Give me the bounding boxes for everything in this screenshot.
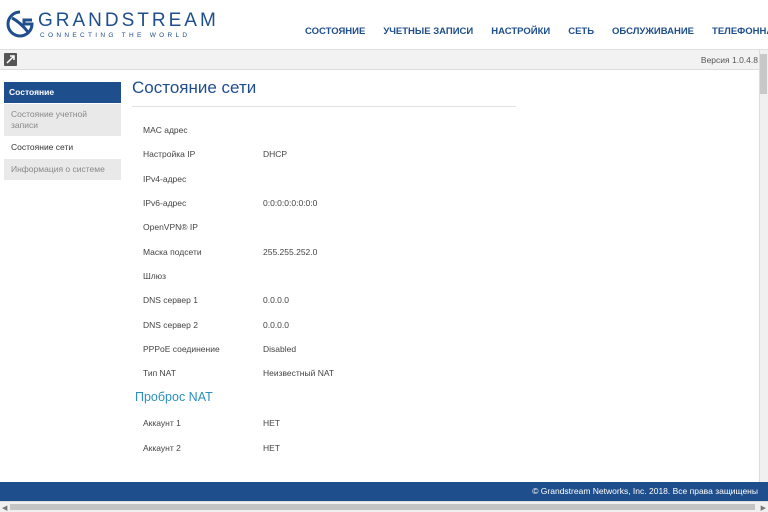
row-value: 0.0.0.0 xyxy=(263,319,289,330)
sidebar-item-network-status[interactable]: Состояние сети xyxy=(4,137,121,159)
row-label: Аккаунт 2 xyxy=(143,442,181,453)
table-row: Маска подсети 255.255.252.0 xyxy=(132,239,752,263)
table-row: DNS сервер 1 0.0.0.0 xyxy=(132,288,752,312)
table-row: MAC адрес xyxy=(132,118,752,142)
scroll-right-icon[interactable]: ▶ xyxy=(761,504,766,512)
row-label: OpenVPN® IP xyxy=(143,222,198,233)
grandstream-logo-icon xyxy=(6,10,34,38)
nav-settings[interactable]: НАСТРОЙКИ xyxy=(491,26,550,40)
table-row: Настройка IP DHCP xyxy=(132,142,752,166)
main-content: Состояние сети MAC адрес Настройка IP DHC… xyxy=(132,78,752,460)
horizontal-scrollbar[interactable]: ◀ ▶ xyxy=(0,501,768,512)
logo[interactable]: GRANDSTREAM CONNECTING THE WORLD xyxy=(6,8,216,42)
table-row: Шлюз xyxy=(132,264,752,288)
row-label: Маска подсети xyxy=(143,246,202,257)
table-row: Тип NAT Неизвестный NAT xyxy=(132,361,752,385)
row-label: MAC адрес xyxy=(143,125,188,136)
sidebar-item-account-status[interactable]: Состояние учетной записи xyxy=(4,104,121,137)
row-label: Аккаунт 1 xyxy=(143,418,181,429)
row-value: Неизвестный NAT xyxy=(263,368,335,379)
row-label: DNS сервер 1 xyxy=(143,295,198,306)
row-value: 255.255.252.0 xyxy=(263,246,318,257)
table-row: Аккаунт 2 НЕТ xyxy=(132,436,752,460)
row-value: 0.0.0.0 xyxy=(263,295,289,306)
table-row: IPv6-адрес 0:0:0:0:0:0:0:0 xyxy=(132,191,752,215)
nav-maintenance[interactable]: ОБСЛУЖИВАНИЕ xyxy=(612,26,694,40)
row-label: IPv6-адрес xyxy=(143,198,187,209)
row-value: Disabled xyxy=(263,343,297,354)
footer: © Grandstream Networks, Inc. 2018. Все п… xyxy=(0,482,768,501)
row-label: DNS сервер 2 xyxy=(143,319,198,330)
sidebar-header-status[interactable]: Состояние xyxy=(4,82,121,104)
logo-tagline: CONNECTING THE WORLD xyxy=(40,32,191,39)
row-label: Тип NAT xyxy=(143,368,176,379)
row-label: Шлюз xyxy=(143,270,167,281)
table-row: OpenVPN® IP xyxy=(132,215,752,239)
nav-status[interactable]: СОСТОЯНИЕ xyxy=(305,26,365,40)
nav-accounts[interactable]: УЧЕТНЫЕ ЗАПИСИ xyxy=(383,26,473,40)
network-status-table: MAC адрес Настройка IP DHCP IPv4-адрес IP… xyxy=(132,118,752,385)
nav-network[interactable]: СЕТЬ xyxy=(568,26,594,40)
top-navigation: СОСТОЯНИЕ УЧЕТНЫЕ ЗАПИСИ НАСТРОЙКИ СЕТЬ … xyxy=(305,26,768,40)
nav-phonebook[interactable]: ТЕЛЕФОННАЯ КНИ xyxy=(712,26,768,40)
row-value: DHCP xyxy=(263,149,288,160)
sidebar-item-system-info[interactable]: Информация о системе xyxy=(4,159,121,181)
vertical-scrollbar-thumb[interactable] xyxy=(760,54,767,94)
version-label: Версия 1.0.4.8 xyxy=(700,55,758,65)
table-row: Аккаунт 1 НЕТ xyxy=(132,411,752,435)
table-row: PPPoE соединение Disabled xyxy=(132,337,752,361)
row-value: НЕТ xyxy=(263,442,280,453)
scroll-left-icon[interactable]: ◀ xyxy=(2,504,7,512)
logo-name: GRANDSTREAM xyxy=(38,10,219,31)
table-row: IPv4-адрес xyxy=(132,167,752,191)
horizontal-scrollbar-thumb[interactable] xyxy=(10,504,755,510)
sidebar: Состояние Состояние учетной записи Состо… xyxy=(4,82,121,181)
sub-toolbar: Версия 1.0.4.8 xyxy=(0,50,768,70)
nat-section-title: Проброс NAT xyxy=(135,390,213,405)
nat-table: Аккаунт 1 НЕТ Аккаунт 2 НЕТ xyxy=(132,411,752,460)
row-value: 0:0:0:0:0:0:0:0 xyxy=(263,198,318,209)
page-title: Состояние сети xyxy=(132,78,516,107)
copyright-text: © Grandstream Networks, Inc. 2018. Все п… xyxy=(532,486,758,496)
row-label: Настройка IP xyxy=(143,149,196,160)
vertical-scrollbar[interactable] xyxy=(759,50,768,500)
toggle-menu-icon[interactable] xyxy=(4,53,17,66)
table-row: DNS сервер 2 0.0.0.0 xyxy=(132,312,752,336)
header: GRANDSTREAM CONNECTING THE WORLD СОСТОЯН… xyxy=(0,0,768,50)
row-label: IPv4-адрес xyxy=(143,173,187,184)
row-label: PPPoE соединение xyxy=(143,343,220,354)
row-value: НЕТ xyxy=(263,418,280,429)
